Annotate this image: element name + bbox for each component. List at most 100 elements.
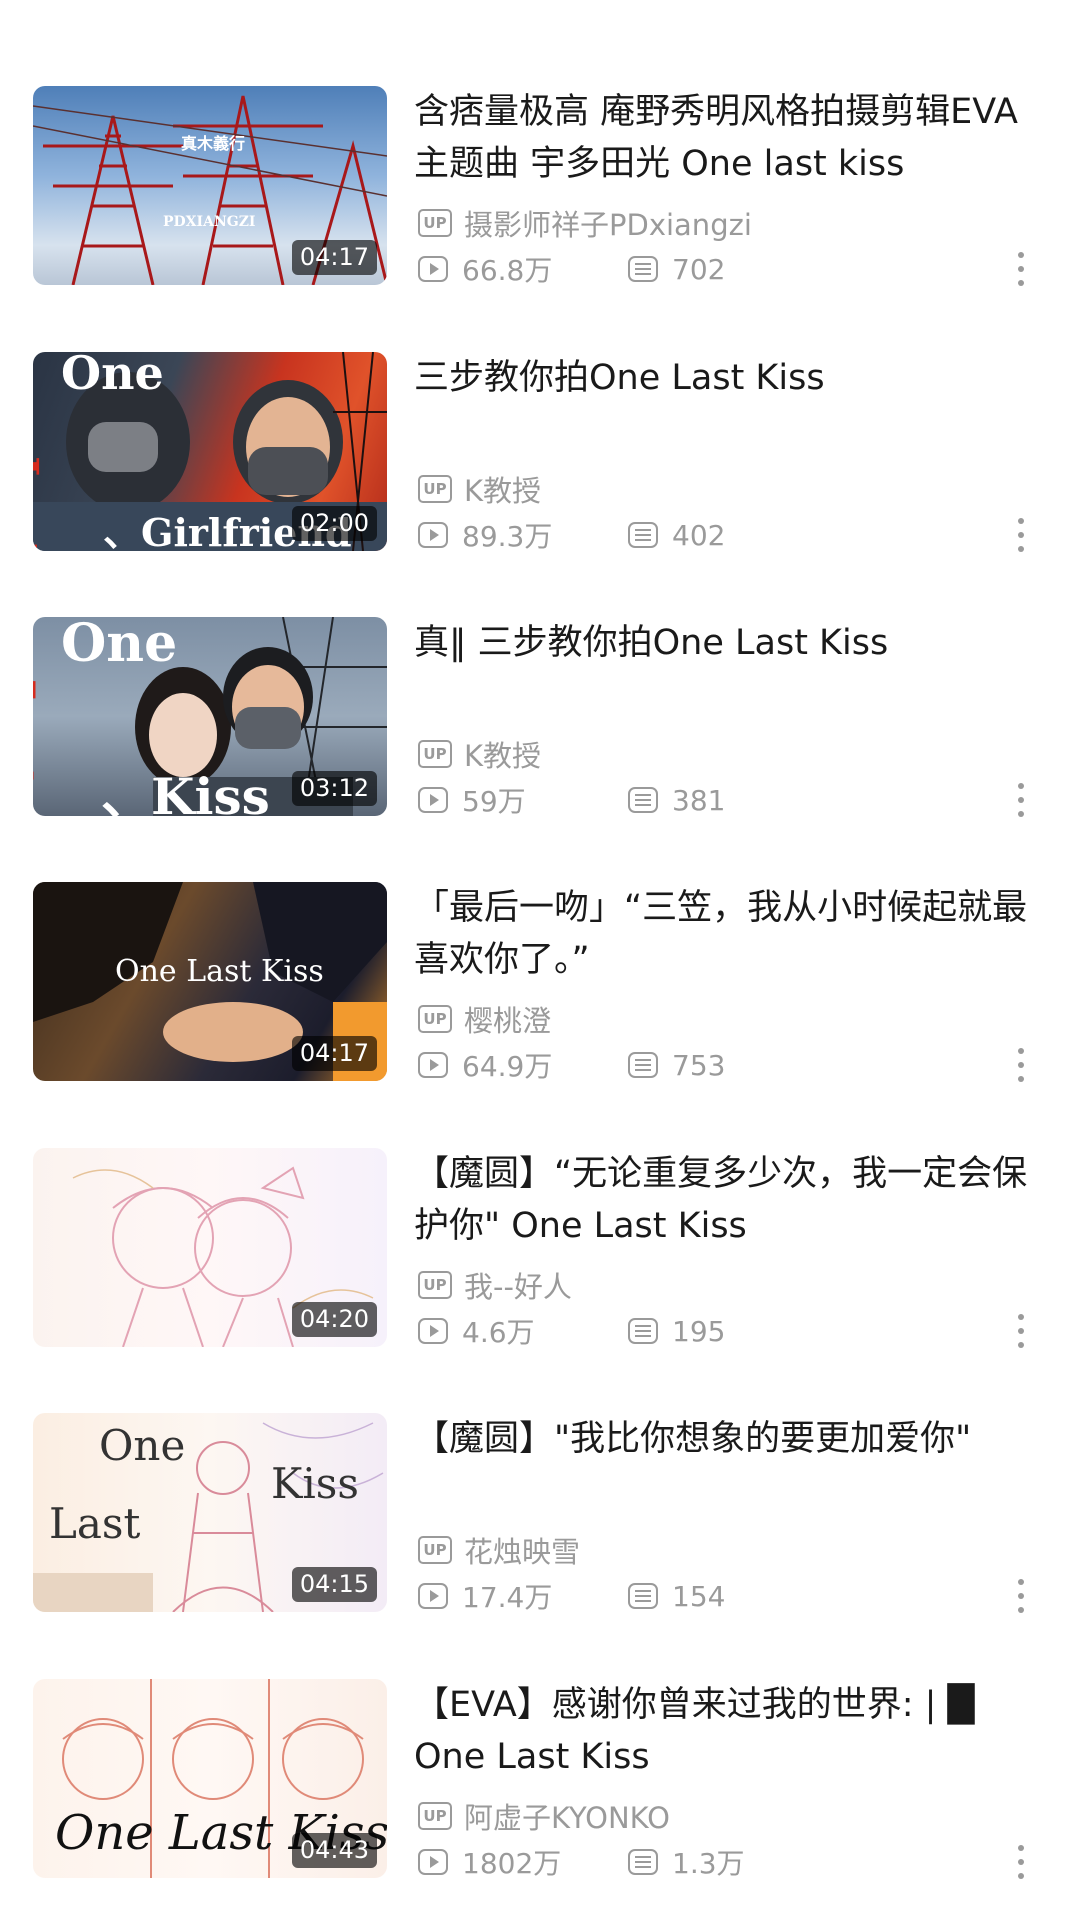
video-stats: 59万 381 (418, 780, 725, 820)
view-count-value: 66.8万 (462, 254, 553, 287)
more-icon[interactable] (1016, 518, 1026, 552)
video-item[interactable]: 真木義行 PDXIANGZI 04:17 含痞量极高 庵野秀明风格拍摄剪辑EVA… (0, 86, 1080, 306)
play-icon (418, 787, 448, 813)
up-badge-icon: UP (418, 209, 452, 237)
thumbnail-caption: Last (33, 679, 45, 789)
video-item[interactable]: 04:20 【魔圆】“无论重复多少次，我一定会保护你" One Last Kis… (0, 1148, 1080, 1368)
danmaku-icon (628, 256, 658, 282)
video-duration: 04:17 (291, 240, 377, 275)
comment-count: 753 (628, 1049, 725, 1082)
up-badge-icon: UP (418, 1271, 452, 1299)
view-count-value: 59万 (462, 785, 526, 818)
video-title[interactable]: 「最后一吻」“三笠，我从小时候起就最喜欢你了。” (414, 882, 1044, 986)
video-stats: 17.4万 154 (418, 1576, 725, 1616)
uploader-row[interactable]: UP 我--好人 (418, 1268, 572, 1304)
uploader-name: K教授 (464, 739, 542, 773)
video-thumbnail[interactable]: 04:20 (33, 1148, 387, 1347)
danmaku-icon (628, 1849, 658, 1875)
uploader-row[interactable]: UP 阿虚子KYONKO (418, 1799, 670, 1835)
view-count: 1802万 (418, 1842, 628, 1882)
comment-count: 402 (628, 519, 725, 552)
video-thumbnail[interactable]: One Last Kiss 04:17 (33, 882, 387, 1081)
uploader-name: 花烛映雪 (464, 1535, 581, 1569)
comment-count-value: 753 (672, 1048, 726, 1082)
comment-count: 1.3万 (628, 1842, 745, 1882)
more-icon[interactable] (1016, 252, 1026, 286)
video-title[interactable]: 【魔圆】"我比你想象的要更加爱你" (414, 1413, 1044, 1465)
danmaku-icon (628, 787, 658, 813)
video-item[interactable]: One Last 、Girlfriend 02:00 三步教你拍One Last… (0, 352, 1080, 572)
danmaku-icon (628, 522, 658, 548)
comment-count-value: 702 (672, 252, 726, 286)
view-count-value: 4.6万 (462, 1316, 535, 1349)
comment-count-value: 195 (672, 1314, 726, 1348)
comment-count-value: 154 (672, 1579, 726, 1613)
view-count-value: 1802万 (462, 1847, 562, 1880)
thumbnail-caption: One (61, 617, 178, 674)
play-icon (418, 1318, 448, 1344)
video-title[interactable]: 真‖ 三步教你拍One Last Kiss (414, 617, 1044, 669)
play-icon (418, 1052, 448, 1078)
up-badge-icon: UP (418, 1536, 452, 1564)
video-list: 真木義行 PDXIANGZI 04:17 含痞量极高 庵野秀明风格拍摄剪辑EVA… (0, 0, 1080, 1927)
uploader-name: K教授 (464, 474, 542, 508)
uploader-row[interactable]: UP 摄影师祥子PDxiangzi (418, 206, 752, 242)
comment-count: 195 (628, 1315, 725, 1348)
uploader-row[interactable]: UP K教授 (418, 472, 541, 508)
video-stats: 4.6万 195 (418, 1311, 725, 1351)
video-title[interactable]: 【魔圆】“无论重复多少次，我一定会保护你" One Last Kiss (414, 1148, 1044, 1252)
video-thumbnail[interactable]: 真木義行 PDXIANGZI 04:17 (33, 86, 387, 285)
uploader-name: 我--好人 (464, 1270, 572, 1304)
video-stats: 89.3万 402 (418, 518, 725, 553)
more-icon[interactable] (1016, 1845, 1026, 1879)
comment-count: 381 (628, 784, 725, 817)
video-stats: 1802万 1.3万 (418, 1842, 745, 1882)
video-item[interactable]: One Kiss Last 04:15 【魔圆】"我比你想象的要更加爱你" UP… (0, 1413, 1080, 1633)
uploader-name: 阿虚子KYONKO (464, 1801, 670, 1835)
video-thumbnail[interactable]: One Kiss Last 04:15 (33, 1413, 387, 1612)
uploader-name: 樱桃澄 (464, 1004, 552, 1038)
view-count-value: 64.9万 (462, 1050, 553, 1083)
view-count: 4.6万 (418, 1311, 628, 1351)
video-item[interactable]: One Last Kiss 04:17 「最后一吻」“三笠，我从小时候起就最喜欢… (0, 882, 1080, 1102)
more-icon[interactable] (1016, 1048, 1026, 1082)
more-icon[interactable] (1016, 783, 1026, 817)
video-duration: 04:17 (291, 1036, 377, 1071)
view-count: 17.4万 (418, 1576, 628, 1616)
video-stats: 66.8万 702 (418, 249, 725, 289)
video-item[interactable]: One Last Kiss 04:43 【EVA】感谢你曾来过我的世界: | █… (0, 1679, 1080, 1899)
uploader-row[interactable]: UP K教授 (418, 737, 541, 773)
comment-count: 154 (628, 1580, 725, 1613)
comment-count: 702 (628, 253, 725, 286)
video-thumbnail[interactable]: One Last Kiss 04:43 (33, 1679, 387, 1878)
up-badge-icon: UP (418, 475, 452, 503)
thumbnail-caption: PDXIANGZI (163, 214, 256, 230)
play-icon (418, 522, 448, 548)
thumbnail-caption: One (99, 1421, 186, 1470)
video-thumbnail[interactable]: One Last 、Kiss 03:12 (33, 617, 387, 816)
video-duration: 02:00 (291, 506, 377, 541)
uploader-row[interactable]: UP 花烛映雪 (418, 1533, 580, 1569)
thumbnail-caption: One Last Kiss (115, 954, 324, 989)
thumbnail-caption: Last (49, 1499, 141, 1548)
danmaku-icon (628, 1052, 658, 1078)
thumbnail-caption: Last (33, 456, 47, 551)
comment-count-value: 1.3万 (672, 1847, 745, 1880)
uploader-row[interactable]: UP 樱桃澄 (418, 1002, 551, 1038)
comment-count-value: 402 (672, 518, 726, 552)
more-icon[interactable] (1016, 1314, 1026, 1348)
uploader-name: 摄影师祥子PDxiangzi (464, 208, 752, 242)
video-duration: 04:15 (291, 1567, 377, 1602)
video-title[interactable]: 三步教你拍One Last Kiss (414, 352, 1044, 404)
play-icon (418, 256, 448, 282)
view-count: 59万 (418, 780, 628, 820)
thumbnail-caption: 、Kiss (101, 767, 270, 816)
thumbnail-caption: One (61, 352, 164, 400)
video-title[interactable]: 含痞量极高 庵野秀明风格拍摄剪辑EVA主题曲 宇多田光 One last kis… (414, 86, 1044, 190)
video-thumbnail[interactable]: One Last 、Girlfriend 02:00 (33, 352, 387, 551)
more-icon[interactable] (1016, 1579, 1026, 1613)
view-count: 66.8万 (418, 249, 628, 289)
video-item[interactable]: One Last 、Kiss 03:12 真‖ 三步教你拍One Last Ki… (0, 617, 1080, 837)
video-title[interactable]: 【EVA】感谢你曾来过我的世界: | █ One Last Kiss (414, 1679, 1044, 1783)
video-duration: 04:43 (291, 1833, 377, 1868)
